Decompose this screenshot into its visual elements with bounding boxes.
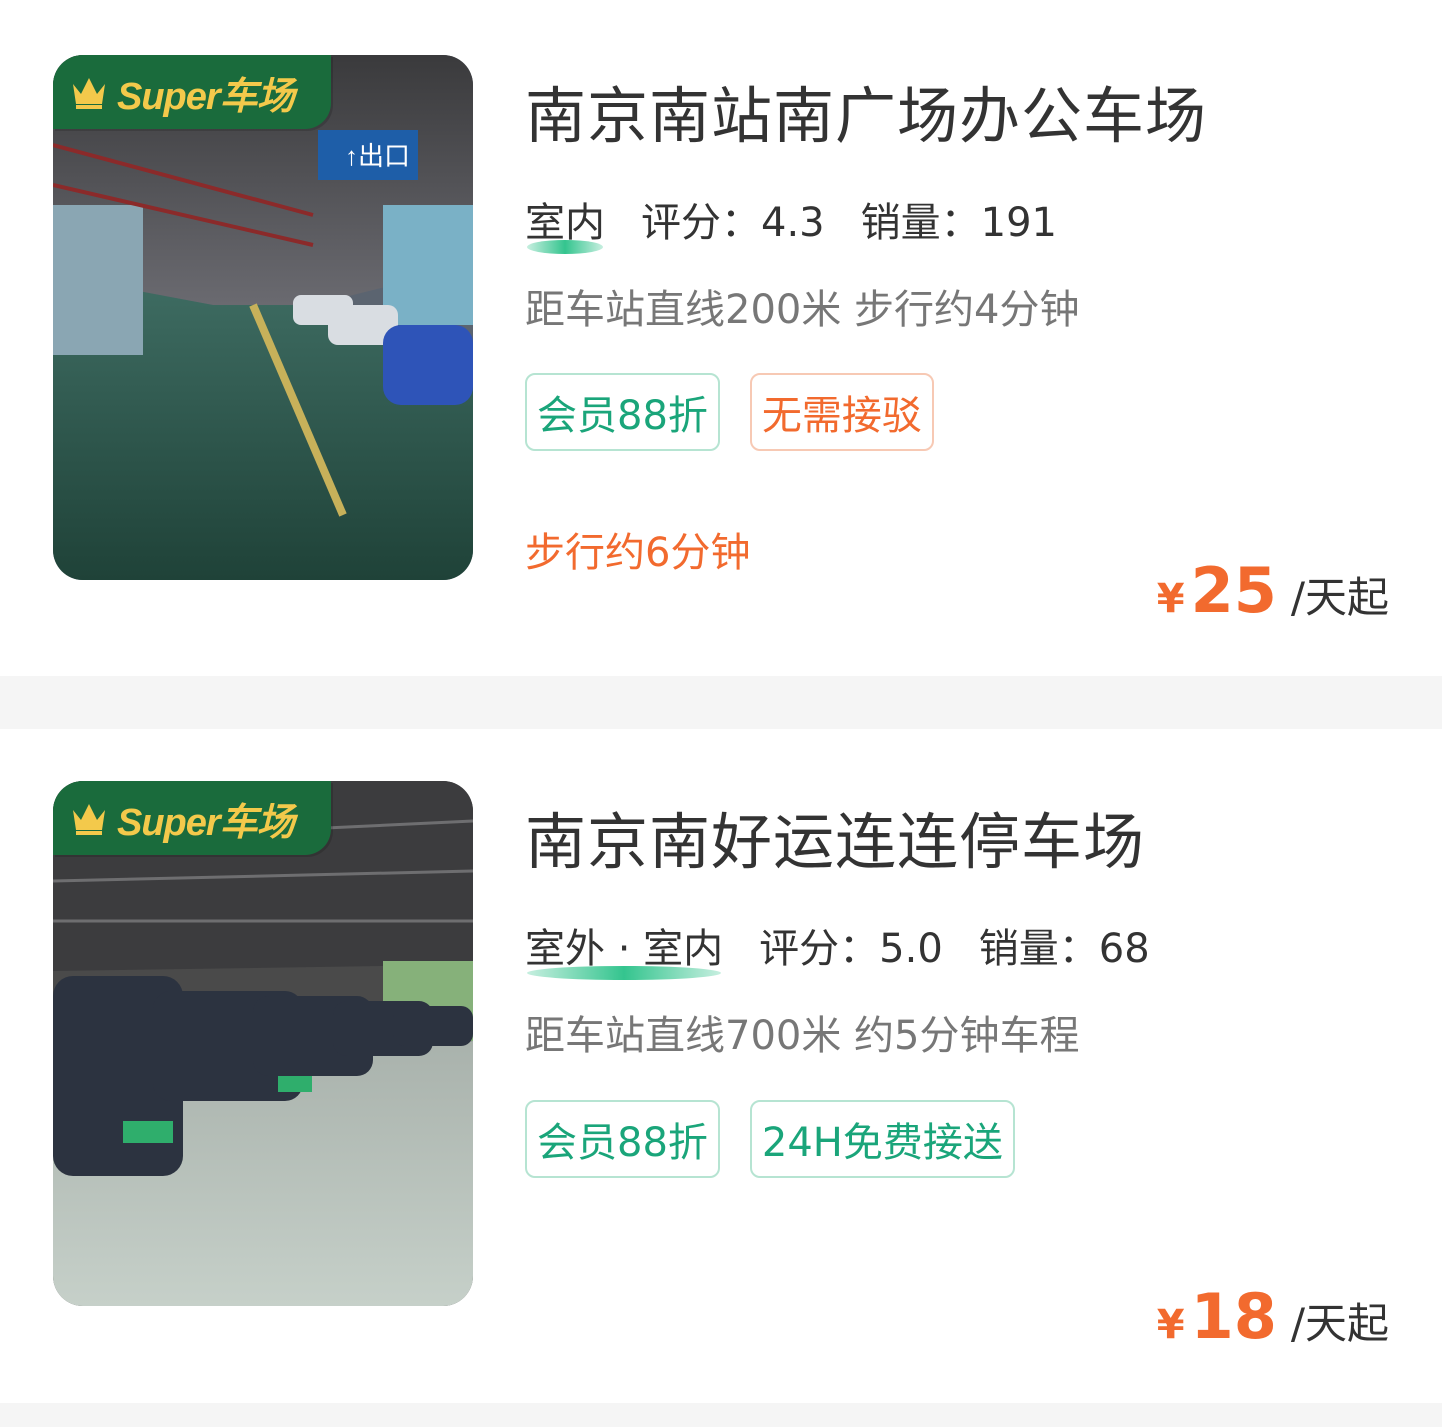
super-badge: Super车场 [53,55,331,129]
sales-value: 68 [1098,926,1150,972]
location-type: 室外 · 室内 [525,916,723,980]
parking-card[interactable]: ↑出口 Super车场 南京南站南广场办公车场 室内 评分：4.3 销量：191… [0,0,1442,676]
price-unit: /天起 [1290,1299,1389,1348]
walk-note: 步行约6分钟 [525,530,751,576]
crown-icon [73,804,105,835]
sales-value: 191 [980,200,1057,246]
sales: 销量：191 [861,190,1057,248]
rating-label: 评分： [641,200,761,246]
price-value: 25 [1190,554,1277,627]
parking-card[interactable]: Super车场 南京南好运连连停车场 室外 · 室内 评分：5.0 销量：68 … [0,729,1442,1403]
currency-symbol: ¥ [1156,576,1185,622]
rating-value: 4.3 [761,200,825,246]
location-type: 室内 [525,190,605,254]
distance-text: 距车站直线200米 步行约4分钟 [525,287,1080,333]
rating: 评分：4.3 [641,190,825,248]
sales: 销量：68 [979,916,1150,974]
tag-list: 会员88折 24H免费接送 [525,1100,1015,1178]
distance-text: 距车站直线700米 约5分钟车程 [525,1013,1080,1059]
tag-free-shuttle: 24H免费接送 [749,1100,1015,1178]
rating: 评分：5.0 [759,916,943,974]
rating-value: 5.0 [879,926,943,972]
parking-photo[interactable]: ↑出口 Super车场 [53,55,473,580]
price-value: 18 [1190,1280,1277,1353]
meta-row: 室外 · 室内 评分：5.0 销量：68 [525,916,1186,980]
meta-row: 室内 评分：4.3 销量：191 [525,190,1093,254]
parking-title[interactable]: 南京南好运连连停车场 [525,792,1145,881]
parking-title[interactable]: 南京南站南广场办公车场 [525,66,1207,155]
tag-member-discount: 会员88折 [525,373,720,451]
tag-member-discount: 会员88折 [525,1100,720,1178]
super-badge-label: Super车场 [117,75,295,118]
currency-symbol: ¥ [1156,1302,1185,1348]
sales-label: 销量： [978,926,1099,972]
svg-text:↑出口: ↑出口 [345,141,410,171]
price-unit: /天起 [1290,573,1389,622]
price: ¥ 25 /天起 [1157,554,1389,627]
rating-label: 评分： [759,926,880,972]
sales-label: 销量： [860,200,981,246]
super-badge: Super车场 [53,781,331,855]
tag-no-shuttle: 无需接驳 [749,373,934,451]
parking-photo[interactable]: Super车场 [53,781,473,1306]
super-badge-label: Super车场 [117,801,295,844]
parking-photo-image [53,781,473,1306]
tag-list: 会员88折 无需接驳 [525,373,934,451]
parking-photo-image: ↑出口 [53,55,473,580]
crown-icon [73,78,105,109]
price: ¥ 18 /天起 [1157,1280,1389,1353]
